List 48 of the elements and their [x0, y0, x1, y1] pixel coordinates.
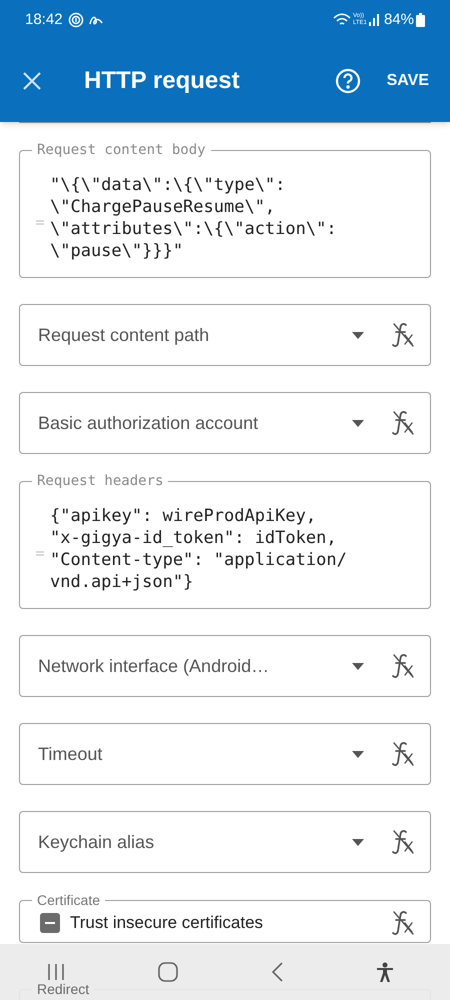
field-placeholder: Network interface (Android… [38, 654, 270, 678]
close-icon[interactable] [22, 71, 42, 91]
field-placeholder: Timeout [38, 742, 104, 766]
dropdown-field[interactable]: Basic authorization account [19, 392, 431, 454]
dropdown-field[interactable]: Request content path [19, 304, 431, 366]
wifi-icon [332, 13, 351, 27]
dropdown-caret-icon[interactable] [352, 662, 364, 670]
field-placeholder: Request content path [38, 324, 210, 347]
text-area-field[interactable]: Request content body "\{\"data\":\{\"type\": \"ChargePauseResume\", \"attributes\":\{\"action\": \"pause\"}}}" [19, 141, 431, 278]
field-label: Request content body [36, 141, 207, 159]
recent-apps-icon[interactable] [46, 963, 64, 981]
function-off-icon[interactable] [390, 909, 416, 937]
screen-title: HTTP request [84, 66, 241, 96]
field-label: Redirect [36, 980, 90, 998]
function-off-icon[interactable] [390, 321, 416, 349]
battery-percent: 84% [384, 10, 414, 30]
dropdown-field[interactable]: Keychain alias [19, 811, 431, 873]
fingerprint-icon [68, 12, 84, 28]
dropdown-caret-icon[interactable] [352, 420, 364, 426]
field-value: "\{\"data\":\{\"type\": \"ChargePauseResume\", \"attributes\":\{\"action\": \"pause\"}}}" [50, 174, 337, 262]
field-value: {"apikey": wireProdApiKey, "x-gigya-id_token": idToken, "Content-type": "application/ vnd.api+json"} [50, 505, 347, 593]
field-placeholder: Basic authorization account [38, 412, 260, 434]
checkbox[interactable] [40, 913, 60, 933]
checkbox-label: Trust insecure certificates [70, 912, 264, 934]
field-placeholder: Keychain alias [38, 830, 156, 854]
dropdown-caret-icon[interactable] [352, 750, 364, 758]
equals-icon [36, 220, 44, 224]
home-icon[interactable] [158, 962, 178, 982]
dropdown-caret-icon[interactable] [352, 332, 364, 338]
battery-icon [416, 13, 425, 27]
equals-icon [36, 550, 44, 556]
accessibility-icon[interactable] [376, 962, 394, 982]
field-label: Certificate [36, 891, 102, 909]
back-icon[interactable] [270, 962, 282, 982]
function-off-icon[interactable] [390, 652, 416, 680]
squiggle-icon [88, 14, 103, 26]
status-time: 18:42 [25, 10, 63, 30]
dropdown-field[interactable]: Timeout [19, 723, 431, 785]
dropdown-field[interactable]: Network interface (Android… [19, 635, 431, 697]
help-icon[interactable] [334, 68, 361, 94]
dropdown-caret-icon[interactable] [352, 838, 364, 846]
save-button[interactable]: SAVE [374, 61, 441, 101]
function-off-icon[interactable] [390, 828, 416, 856]
field-label: Request headers [36, 472, 164, 490]
text-area-field[interactable]: Request headers {"apikey": wireProdApiKey, "x-gigya-id_token": idToken, "Content-type": "application/ vnd.api+json"} [19, 472, 431, 609]
signal-icon [368, 14, 379, 26]
function-off-icon[interactable] [390, 409, 416, 437]
function-off-icon[interactable] [390, 740, 416, 768]
